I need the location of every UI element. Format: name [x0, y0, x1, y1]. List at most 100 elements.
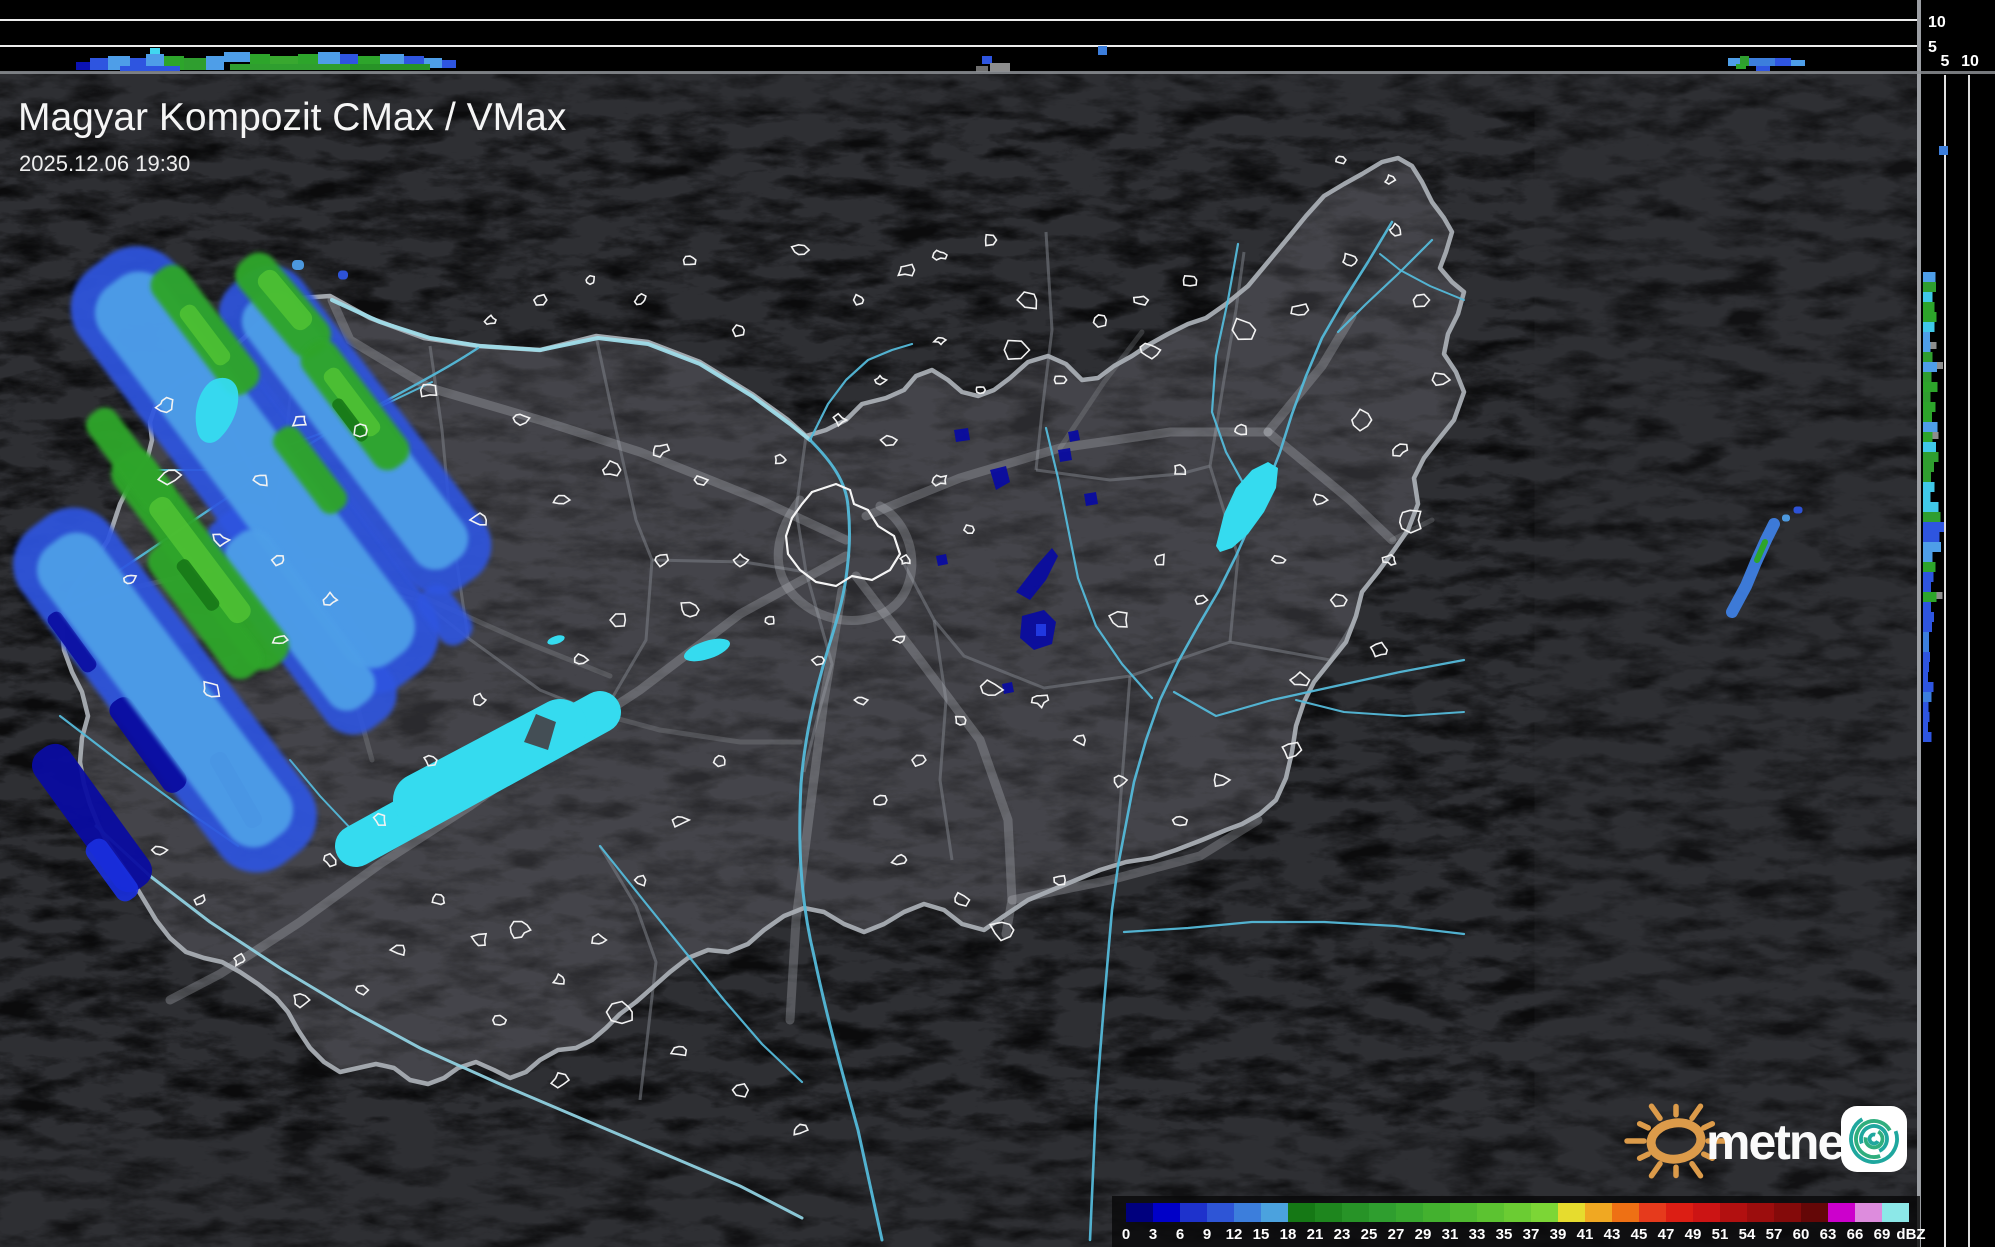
top-strip-pixel — [120, 66, 180, 71]
right-strip-pixel — [1923, 362, 1937, 372]
colorbar-swatch-49 — [1693, 1203, 1720, 1222]
colorbar-tick-66: 66 — [1847, 1226, 1864, 1243]
echo-center-navy-7 — [954, 428, 970, 442]
colorbar-tick-39: 39 — [1550, 1226, 1567, 1243]
colorbar-swatch-66 — [1855, 1203, 1882, 1222]
right-strip-pixel — [1923, 392, 1930, 402]
right-strip-pixel — [1923, 462, 1934, 472]
radar-composite-app: 10 5 5 10 Magyar Kompozit CMax / VMax 20… — [0, 0, 1995, 1247]
top-strip-gridline-10km — [0, 19, 1917, 21]
right-strip-pixel — [1923, 572, 1933, 582]
echo-nw-dot-1 — [292, 260, 304, 270]
colorbar-tick-37: 37 — [1523, 1226, 1540, 1243]
colorbar-swatch-35 — [1504, 1203, 1531, 1222]
right-strip-pixel — [1923, 402, 1935, 412]
colorbar-swatch-33 — [1477, 1203, 1504, 1222]
colorbar-tick-33: 33 — [1469, 1226, 1486, 1243]
right-strip-pixel — [1923, 322, 1935, 332]
right-strip-pixel — [1923, 522, 1944, 532]
colorbar-tick-49: 49 — [1685, 1226, 1702, 1243]
colorbar-swatch-6 — [1180, 1203, 1207, 1222]
right-strip-pixel — [1923, 432, 1933, 442]
echo-center-navy-3 — [1058, 448, 1072, 462]
right-strip-pixel — [1923, 512, 1941, 522]
right-strip-pixel — [1923, 452, 1938, 462]
colorbar-tick-60: 60 — [1793, 1226, 1810, 1243]
top-strip-pixel — [76, 62, 90, 70]
right-strip-gridline-10km — [1968, 75, 1970, 1247]
right-strip-pixel — [1923, 732, 1931, 742]
top-strip-pixel — [1791, 60, 1805, 66]
echo-center-brightblue — [1036, 624, 1046, 636]
echo-nw-dot-2 — [338, 271, 348, 280]
top-strip-gridline-5km — [0, 45, 1917, 47]
sun-ray — [1640, 1124, 1649, 1128]
colorbar-swatch-51 — [1720, 1203, 1747, 1222]
right-strip-pixel — [1923, 712, 1930, 722]
right-strip-pixel-gray — [1936, 592, 1942, 599]
colorbar-swatch-41 — [1585, 1203, 1612, 1222]
top-strip-pixel — [982, 56, 992, 64]
right-strip-pixel — [1923, 542, 1941, 552]
right-strip-pixel — [1923, 692, 1932, 702]
right-strip-pixel — [1939, 146, 1948, 155]
right-strip-pixel-gray — [1930, 342, 1936, 349]
colorbar-tick-51: 51 — [1712, 1226, 1729, 1243]
right-strip-pixel — [1923, 342, 1930, 352]
top-strip-pixel — [1736, 64, 1746, 69]
right-strip-pixel — [1923, 442, 1936, 452]
colorbar-swatch-9 — [1207, 1203, 1234, 1222]
right-strip-axis-label-10: 10 — [1961, 53, 1979, 70]
colorbar-tick-23: 23 — [1334, 1226, 1351, 1243]
top-strip-pixel — [990, 63, 1010, 72]
top-strip-pixel — [350, 64, 430, 70]
echo-center-navy-5 — [936, 554, 948, 566]
top-strip-pixel — [1749, 58, 1775, 66]
colorbar-swatch-45 — [1639, 1203, 1666, 1222]
strip-separator-vertical — [1917, 0, 1921, 1247]
right-strip-pixel-gray — [1933, 432, 1939, 439]
colorbar-swatch-60 — [1801, 1203, 1828, 1222]
top-strip-pixel — [1098, 46, 1107, 55]
colorbar-tick-0: 0 — [1122, 1226, 1130, 1243]
right-strip-pixel — [1923, 532, 1939, 542]
right-projection-strip — [1921, 0, 1995, 1247]
colorbar-swatch-57 — [1774, 1203, 1801, 1222]
echo-center-navy-6 — [1002, 682, 1014, 694]
colorbar-swatch-37 — [1531, 1203, 1558, 1222]
top-strip-pixel — [230, 64, 350, 70]
right-strip-gridline-5km — [1944, 75, 1946, 1247]
right-strip-pixel — [1923, 332, 1930, 342]
right-strip-pixel — [1923, 632, 1929, 642]
colorbar-swatch-25 — [1369, 1203, 1396, 1222]
colorbar-swatch-69 — [1882, 1203, 1909, 1222]
top-strip-pixel — [206, 56, 224, 70]
right-strip-pixel — [1923, 592, 1936, 602]
colorbar-tick-27: 27 — [1388, 1226, 1405, 1243]
colorbar-swatch-15 — [1261, 1203, 1288, 1222]
colorbar-tick-12: 12 — [1226, 1226, 1243, 1243]
top-strip-pixel — [184, 58, 206, 70]
right-strip-pixel — [1923, 682, 1933, 692]
right-strip-pixel — [1923, 492, 1931, 502]
right-strip-pixel — [1923, 662, 1929, 672]
right-strip-pixel — [1923, 502, 1939, 512]
right-strip-pixel — [1923, 582, 1931, 592]
top-strip-pixel — [1775, 58, 1791, 66]
colorbar-swatch-47 — [1666, 1203, 1693, 1222]
top-strip-pixel — [442, 60, 456, 68]
colorbar-swatch-23 — [1342, 1203, 1369, 1222]
top-strip-pixel — [224, 52, 250, 62]
colorbar-tick-25: 25 — [1361, 1226, 1378, 1243]
echo-east-dot-2 — [1794, 507, 1803, 514]
strip-separator-horizontal — [0, 71, 1995, 74]
top-strip-pixel — [90, 58, 108, 70]
right-strip-pixel — [1923, 552, 1932, 562]
right-strip-pixel — [1923, 372, 1932, 382]
right-strip-pixel — [1923, 472, 1931, 482]
right-strip-axis-label-5: 5 — [1941, 53, 1950, 70]
colorbar-tick-63: 63 — [1820, 1226, 1837, 1243]
right-strip-pixel — [1923, 562, 1936, 572]
colorbar-swatch-31 — [1450, 1203, 1477, 1222]
colorbar-swatch-43 — [1612, 1203, 1639, 1222]
